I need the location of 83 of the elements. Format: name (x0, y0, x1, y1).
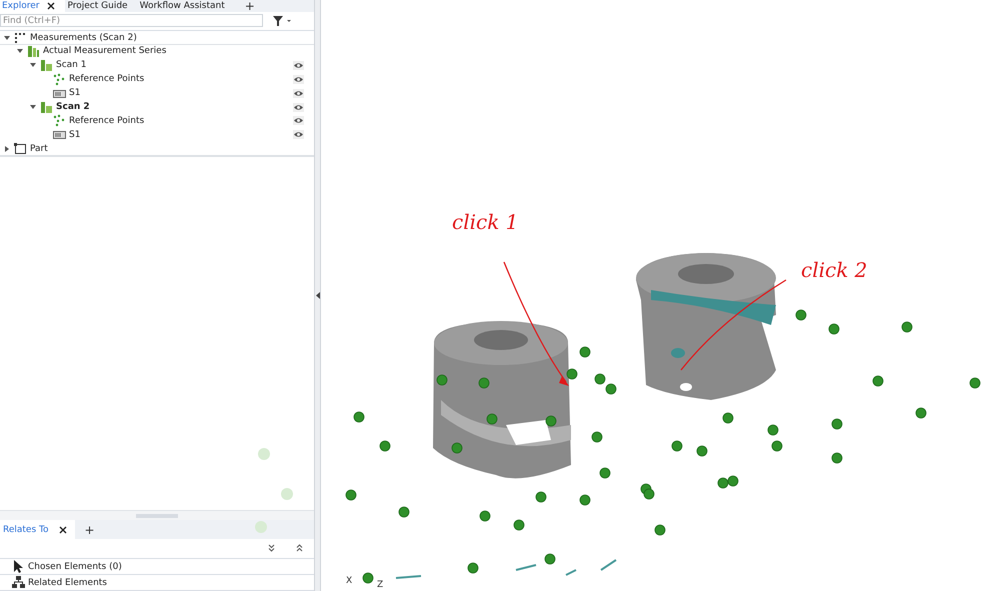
reference-sphere (832, 452, 842, 464)
reference-sphere (480, 510, 490, 522)
reference-sphere (916, 408, 926, 418)
reference-sphere (514, 520, 524, 530)
reference-sphere (796, 310, 806, 320)
reference-sphere (398, 506, 410, 518)
panel-tab[interactable]: Explorer (0, 0, 66, 12)
part-icon (14, 142, 27, 156)
collapse-arrow-icon[interactable] (30, 62, 36, 68)
collapse-arrow-icon[interactable] (30, 104, 36, 110)
tree-item[interactable]: S1 (69, 88, 290, 98)
eye-icon[interactable] (293, 116, 304, 126)
reference-sphere (468, 562, 478, 574)
reference-sphere (872, 376, 884, 386)
pointer-icon (12, 560, 25, 573)
reference-sphere (722, 412, 734, 424)
axis-label: X (346, 576, 352, 586)
reference-sphere (672, 440, 682, 452)
close-icon[interactable] (58, 526, 66, 534)
reference-sphere (696, 446, 708, 456)
panel-tab[interactable]: Project Guide (65, 0, 138, 12)
tree-item[interactable]: Part (30, 144, 304, 154)
reference-sphere (606, 384, 616, 394)
tree-item[interactable]: Reference Points (69, 74, 290, 84)
sensor-icon (53, 128, 66, 142)
reference-sphere (362, 572, 374, 584)
reference-sphere (566, 368, 578, 380)
collapse-arrow-icon[interactable] (17, 48, 23, 54)
expand-arrow-icon[interactable] (4, 146, 10, 152)
list-item[interactable]: Related Elements (28, 578, 107, 588)
list-item[interactable]: Chosen Elements (0) (28, 562, 122, 572)
series-icon (27, 44, 40, 58)
tree-item[interactable]: Scan 2 (56, 102, 290, 112)
reference-sphere (346, 490, 356, 500)
add-tab-button[interactable]: + (74, 524, 105, 536)
tree-item[interactable]: Scan 1 (56, 60, 290, 70)
reference-sphere (728, 476, 738, 486)
reference-sphere (902, 322, 912, 332)
tree-item[interactable]: Reference Points (69, 116, 290, 126)
reference-sphere (536, 492, 546, 502)
reference-sphere (544, 554, 556, 564)
tree-item[interactable]: Measurements (Scan 2) (30, 32, 304, 42)
points-icon (53, 114, 66, 128)
handwritten-note: click 1 (452, 210, 518, 234)
reference-sphere (828, 324, 840, 334)
scan-icon (40, 100, 53, 114)
expand-all-icon[interactable] (268, 544, 275, 552)
close-icon[interactable] (47, 2, 56, 10)
panel-tab[interactable]: Workflow Assistant (138, 0, 235, 12)
eye-icon[interactable] (293, 74, 304, 84)
points-icon (53, 72, 66, 86)
handwritten-note: click 2 (801, 258, 868, 282)
collapse-all-icon[interactable] (296, 544, 303, 552)
reference-sphere (718, 478, 728, 488)
reference-sphere (380, 440, 390, 452)
tree-item[interactable]: S1 (69, 130, 290, 140)
eye-icon[interactable] (293, 130, 304, 140)
filter-icon (273, 16, 291, 26)
tree-item[interactable]: Actual Measurement Series (43, 46, 304, 56)
reference-sphere (644, 488, 654, 500)
eye-icon[interactable] (293, 60, 304, 70)
measurements-icon (14, 31, 27, 44)
reference-sphere (832, 418, 842, 430)
axis-label: Z (377, 580, 384, 590)
collapse-arrow-icon[interactable] (4, 34, 10, 40)
reference-sphere (594, 374, 606, 384)
reference-sphere (592, 432, 602, 442)
reference-sphere (580, 494, 590, 506)
reference-sphere (768, 424, 778, 436)
scan-icon (40, 58, 53, 72)
reference-sphere (600, 468, 610, 478)
collapse-arrow-icon[interactable] (316, 292, 320, 299)
add-tab-button[interactable]: + (234, 0, 265, 12)
reference-sphere (772, 440, 782, 452)
panel-tab[interactable]: Relates To (0, 520, 74, 539)
search-field[interactable]: Find (Ctrl+F) (0, 14, 263, 27)
hierarchy-icon (12, 576, 25, 589)
eye-icon[interactable] (293, 102, 304, 112)
reference-sphere (580, 346, 590, 358)
reference-sphere (970, 378, 980, 388)
reference-sphere (654, 524, 666, 536)
reference-sphere (354, 412, 364, 422)
eye-icon[interactable] (293, 88, 304, 98)
